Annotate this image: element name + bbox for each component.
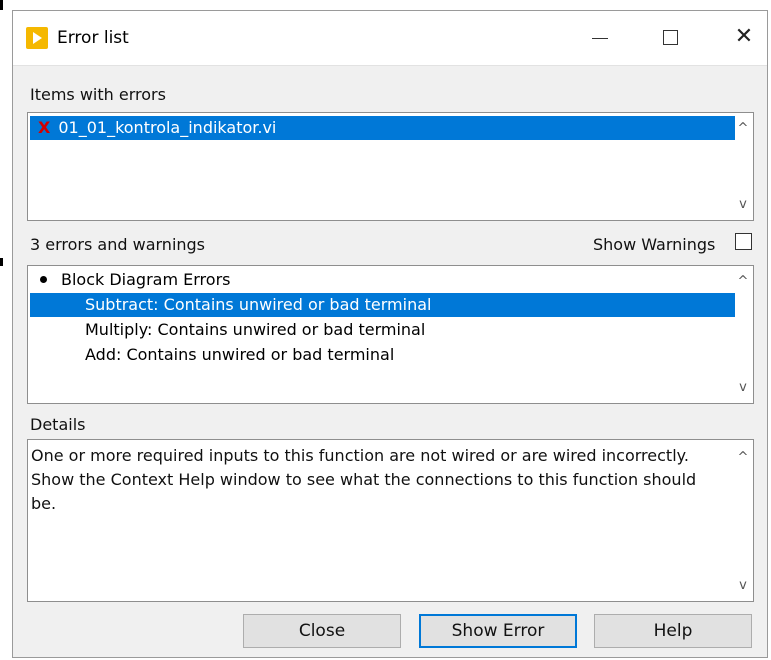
scroll-up-arrow[interactable]: ^ xyxy=(735,450,751,466)
minimize-icon xyxy=(592,37,608,39)
items-listbox[interactable]: X 01_01_kontrola_indikator.vi ^ v xyxy=(27,112,754,221)
title-bar: Error list ✕ xyxy=(13,11,767,66)
screen-edge-artifact xyxy=(0,0,3,10)
x-error-icon: X xyxy=(38,118,51,137)
scroll-down-arrow[interactable]: v xyxy=(735,380,751,396)
minimize-button[interactable] xyxy=(577,17,623,57)
scroll-up-arrow[interactable]: ^ xyxy=(735,274,751,290)
details-label: Details xyxy=(30,415,86,434)
bullet-icon xyxy=(40,276,47,283)
scroll-up-arrow[interactable]: ^ xyxy=(735,121,751,137)
window-title: Error list xyxy=(57,28,129,48)
errors-listbox[interactable]: Block Diagram Errors Subtract: Contains … xyxy=(27,265,754,404)
screen-edge-artifact xyxy=(0,258,3,266)
error-group-label: Block Diagram Errors xyxy=(61,270,231,289)
close-button[interactable]: Close xyxy=(243,614,401,648)
scroll-down-arrow[interactable]: v xyxy=(735,578,751,594)
maximize-button[interactable] xyxy=(647,17,693,57)
errors-count-label: 3 errors and warnings xyxy=(30,235,206,254)
error-row[interactable]: Subtract: Contains unwired or bad termin… xyxy=(30,293,735,317)
maximize-icon xyxy=(662,29,678,45)
show-warnings-label: Show Warnings xyxy=(593,235,716,254)
error-row[interactable]: Multiply: Contains unwired or bad termin… xyxy=(30,318,735,342)
labview-app-icon xyxy=(26,27,48,49)
error-row[interactable]: Add: Contains unwired or bad terminal xyxy=(30,343,735,367)
items-with-errors-label: Items with errors xyxy=(30,85,166,104)
error-text: Add: Contains unwired or bad terminal xyxy=(85,345,395,364)
error-text: Subtract: Contains unwired or bad termin… xyxy=(85,295,432,314)
show-warnings-checkbox[interactable] xyxy=(735,233,752,250)
details-text: One or more required inputs to this func… xyxy=(31,446,697,513)
error-text: Multiply: Contains unwired or bad termin… xyxy=(85,320,426,339)
help-button[interactable]: Help xyxy=(594,614,752,648)
item-name: 01_01_kontrola_indikator.vi xyxy=(58,118,277,137)
error-group-row[interactable]: Block Diagram Errors xyxy=(30,268,735,292)
error-list-window: Error list ✕ Items with errors X 01_01_ko… xyxy=(12,10,768,658)
details-textbox[interactable]: One or more required inputs to this func… xyxy=(27,439,754,602)
close-icon: ✕ xyxy=(734,24,754,49)
show-error-button[interactable]: Show Error xyxy=(419,614,577,648)
scroll-down-arrow[interactable]: v xyxy=(735,197,751,213)
close-window-button[interactable]: ✕ xyxy=(721,17,767,57)
list-item[interactable]: X 01_01_kontrola_indikator.vi xyxy=(30,116,735,140)
